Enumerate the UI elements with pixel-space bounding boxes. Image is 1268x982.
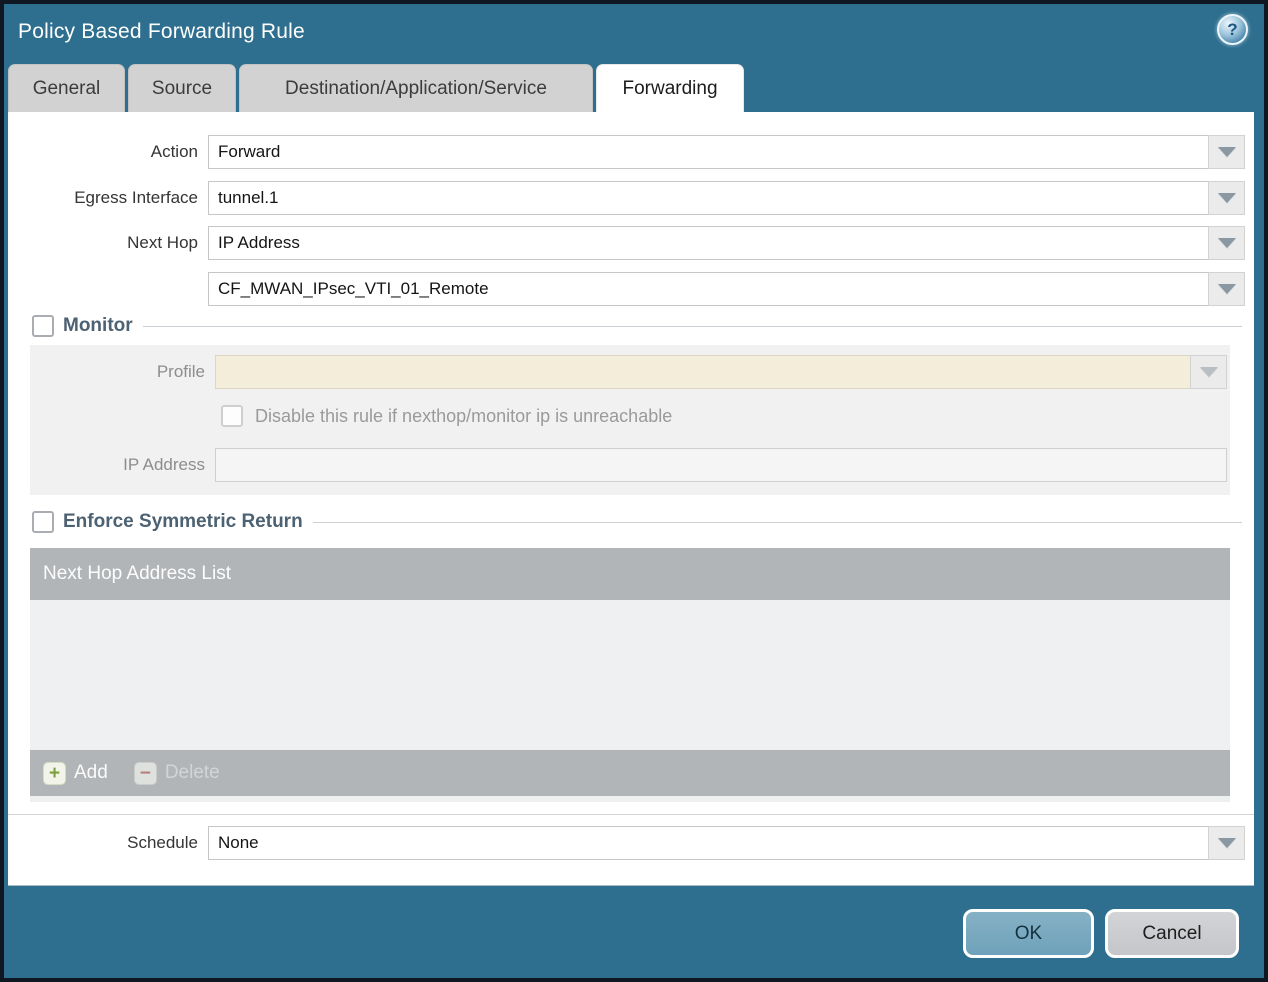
add-button[interactable]: + Add	[43, 761, 108, 785]
chevron-down-icon	[1217, 284, 1236, 294]
next-hop-address-combo	[208, 272, 1245, 306]
next-hop-type-combo	[208, 226, 1245, 260]
schedule-combo	[208, 826, 1245, 860]
action-input[interactable]	[208, 135, 1208, 169]
table-body[interactable]	[30, 600, 1230, 750]
next-hop-row: Next Hop	[8, 226, 1245, 260]
action-row: Action	[8, 135, 1245, 169]
symmetric-return-checkbox[interactable]	[32, 511, 54, 533]
help-icon[interactable]: ?	[1217, 14, 1248, 45]
schedule-input[interactable]	[208, 826, 1208, 860]
minus-icon: −	[133, 761, 157, 785]
action-dropdown-button[interactable]	[1208, 135, 1245, 169]
tab-source[interactable]: Source	[128, 64, 236, 112]
monitor-profile-row: Profile	[30, 355, 1227, 389]
ok-button[interactable]: OK	[963, 909, 1094, 958]
tab-forwarding[interactable]: Forwarding	[596, 64, 744, 112]
monitor-title: Monitor	[63, 315, 133, 336]
table-column-header: Next Hop Address List	[30, 548, 1230, 600]
action-label: Action	[150, 142, 198, 161]
tab-destination-application-service[interactable]: Destination/Application/Service	[239, 64, 593, 112]
dialog-title: Policy Based Forwarding Rule	[18, 20, 305, 43]
pbf-rule-dialog: Policy Based Forwarding Rule ? General S…	[4, 4, 1264, 978]
next-hop-address-dropdown-button[interactable]	[1208, 272, 1245, 306]
chevron-down-icon	[1217, 147, 1236, 157]
monitor-legend: Monitor	[30, 314, 143, 338]
chevron-down-icon	[1217, 838, 1236, 848]
table-bottom-strip	[30, 796, 1230, 802]
egress-interface-combo	[208, 181, 1245, 215]
chevron-down-icon	[1199, 367, 1218, 377]
chevron-down-icon	[1217, 238, 1236, 248]
next-hop-address-row	[8, 272, 1245, 306]
dialog-titlebar: Policy Based Forwarding Rule ?	[4, 4, 1264, 62]
monitor-profile-input	[215, 355, 1190, 389]
delete-button-label: Delete	[164, 762, 220, 783]
symmetric-return-title: Enforce Symmetric Return	[63, 511, 303, 532]
monitor-ip-input	[215, 448, 1227, 482]
section-divider	[8, 814, 1254, 815]
egress-interface-input[interactable]	[208, 181, 1208, 215]
next-hop-address-list-table: Next Hop Address List + Add − Delete	[30, 548, 1230, 802]
cancel-button[interactable]: Cancel	[1105, 909, 1239, 958]
symmetric-return-legend: Enforce Symmetric Return	[30, 510, 313, 534]
forwarding-tab-panel: Action Egress Interface Next Hop	[8, 112, 1254, 886]
egress-interface-row: Egress Interface	[8, 181, 1245, 215]
egress-interface-dropdown-button[interactable]	[1208, 181, 1245, 215]
chevron-down-icon	[1217, 193, 1236, 203]
monitor-ip-label: IP Address	[123, 455, 205, 474]
symmetric-return-section-header: Enforce Symmetric Return	[30, 510, 1242, 535]
action-combo	[208, 135, 1245, 169]
next-hop-type-input[interactable]	[208, 226, 1208, 260]
monitor-profile-label: Profile	[156, 362, 205, 381]
egress-interface-label: Egress Interface	[74, 188, 198, 207]
next-hop-label: Next Hop	[127, 233, 198, 252]
fieldset-line	[30, 326, 1242, 327]
next-hop-type-dropdown-button[interactable]	[1208, 226, 1245, 260]
tab-bar: General Source Destination/Application/S…	[8, 64, 744, 112]
schedule-dropdown-button[interactable]	[1208, 826, 1245, 860]
add-button-label: Add	[74, 762, 108, 783]
monitor-ip-row: IP Address	[30, 448, 1227, 482]
monitor-profile-combo	[215, 355, 1227, 389]
monitor-profile-dropdown-button	[1190, 355, 1227, 389]
schedule-row: Schedule	[8, 826, 1245, 860]
schedule-label: Schedule	[127, 833, 198, 852]
disable-rule-label: Disable this rule if nexthop/monitor ip …	[255, 405, 673, 426]
next-hop-address-input[interactable]	[208, 272, 1208, 306]
delete-button: − Delete	[133, 761, 220, 785]
tab-general[interactable]: General	[8, 64, 125, 112]
table-footer-toolbar: + Add − Delete	[30, 750, 1230, 796]
disable-rule-row: Disable this rule if nexthop/monitor ip …	[221, 405, 672, 427]
monitor-section-header: Monitor	[30, 314, 1242, 339]
monitor-panel: Profile Disable this rule if nexthop/mon…	[30, 345, 1230, 495]
monitor-checkbox[interactable]	[32, 315, 54, 337]
disable-rule-checkbox	[221, 405, 243, 427]
plus-icon: +	[43, 761, 66, 785]
